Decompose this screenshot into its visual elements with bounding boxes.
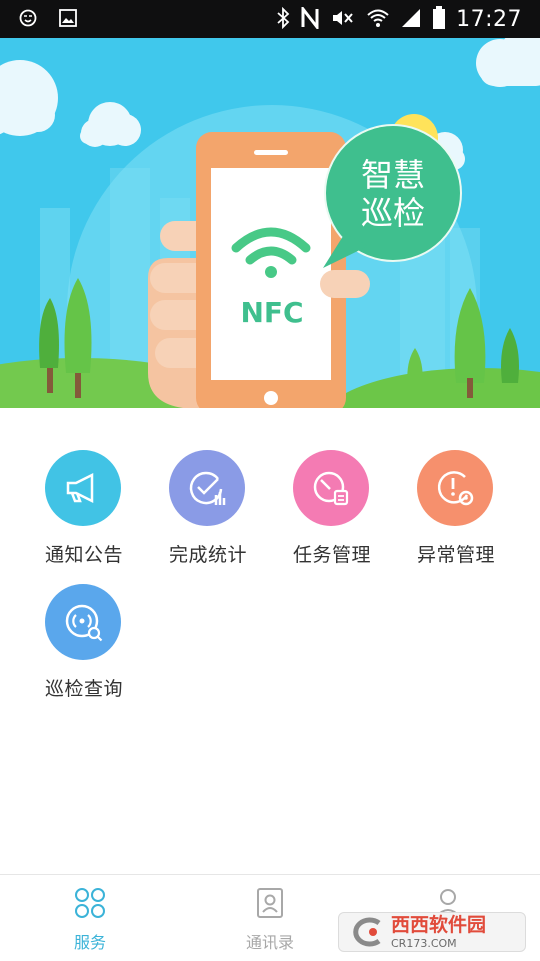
- menu-label: 任务管理: [292, 544, 371, 566]
- bubble-line2: 巡检: [361, 194, 425, 232]
- menu-label: 异常管理: [416, 544, 495, 566]
- menu-item-exceptions[interactable]: 异常管理: [394, 442, 518, 566]
- nfc-text: NFC: [240, 296, 303, 329]
- watermark: 西西软件园 CR173.COM: [338, 912, 526, 952]
- bluetooth-icon: [276, 6, 290, 33]
- contacts-icon: [210, 887, 330, 923]
- emoji-icon: [18, 8, 38, 32]
- tab-label: 通讯录: [245, 933, 294, 952]
- mute-icon: [330, 7, 356, 33]
- tab-label: 服务: [73, 933, 106, 952]
- stats-check-icon: [169, 450, 245, 526]
- status-time: 17:27: [456, 7, 522, 32]
- menu-label: 完成统计: [168, 544, 247, 566]
- watermark-brand: 西西软件园: [391, 913, 487, 936]
- alert-gear-icon: [417, 450, 493, 526]
- megaphone-icon: [45, 450, 121, 526]
- wifi-icon: [366, 7, 390, 33]
- menu-item-tasks[interactable]: 任务管理: [270, 442, 394, 566]
- tab-services[interactable]: 服务: [30, 887, 150, 953]
- task-icon: [293, 450, 369, 526]
- watermark-logo-icon: [353, 917, 381, 947]
- battery-icon: [432, 6, 446, 34]
- grid-icon: [30, 887, 150, 923]
- status-bar: 17:27: [0, 0, 540, 38]
- nfc-icon: [300, 4, 320, 33]
- signal-icon: [400, 7, 422, 33]
- nfc-search-icon: [45, 584, 121, 660]
- bubble-line1: 智慧: [361, 156, 425, 194]
- tab-contacts[interactable]: 通讯录: [210, 887, 330, 953]
- menu-label: 通知公告: [44, 544, 123, 566]
- image-icon: [58, 8, 78, 32]
- menu-label: 巡检查询: [44, 678, 123, 700]
- banner: NFC 智慧 巡检: [0, 38, 540, 408]
- watermark-url: CR173.COM: [391, 936, 457, 950]
- menu-item-notice[interactable]: 通知公告: [22, 442, 146, 566]
- menu-item-stats[interactable]: 完成统计: [146, 442, 270, 566]
- menu-item-inspection-query[interactable]: 巡检查询: [22, 576, 146, 700]
